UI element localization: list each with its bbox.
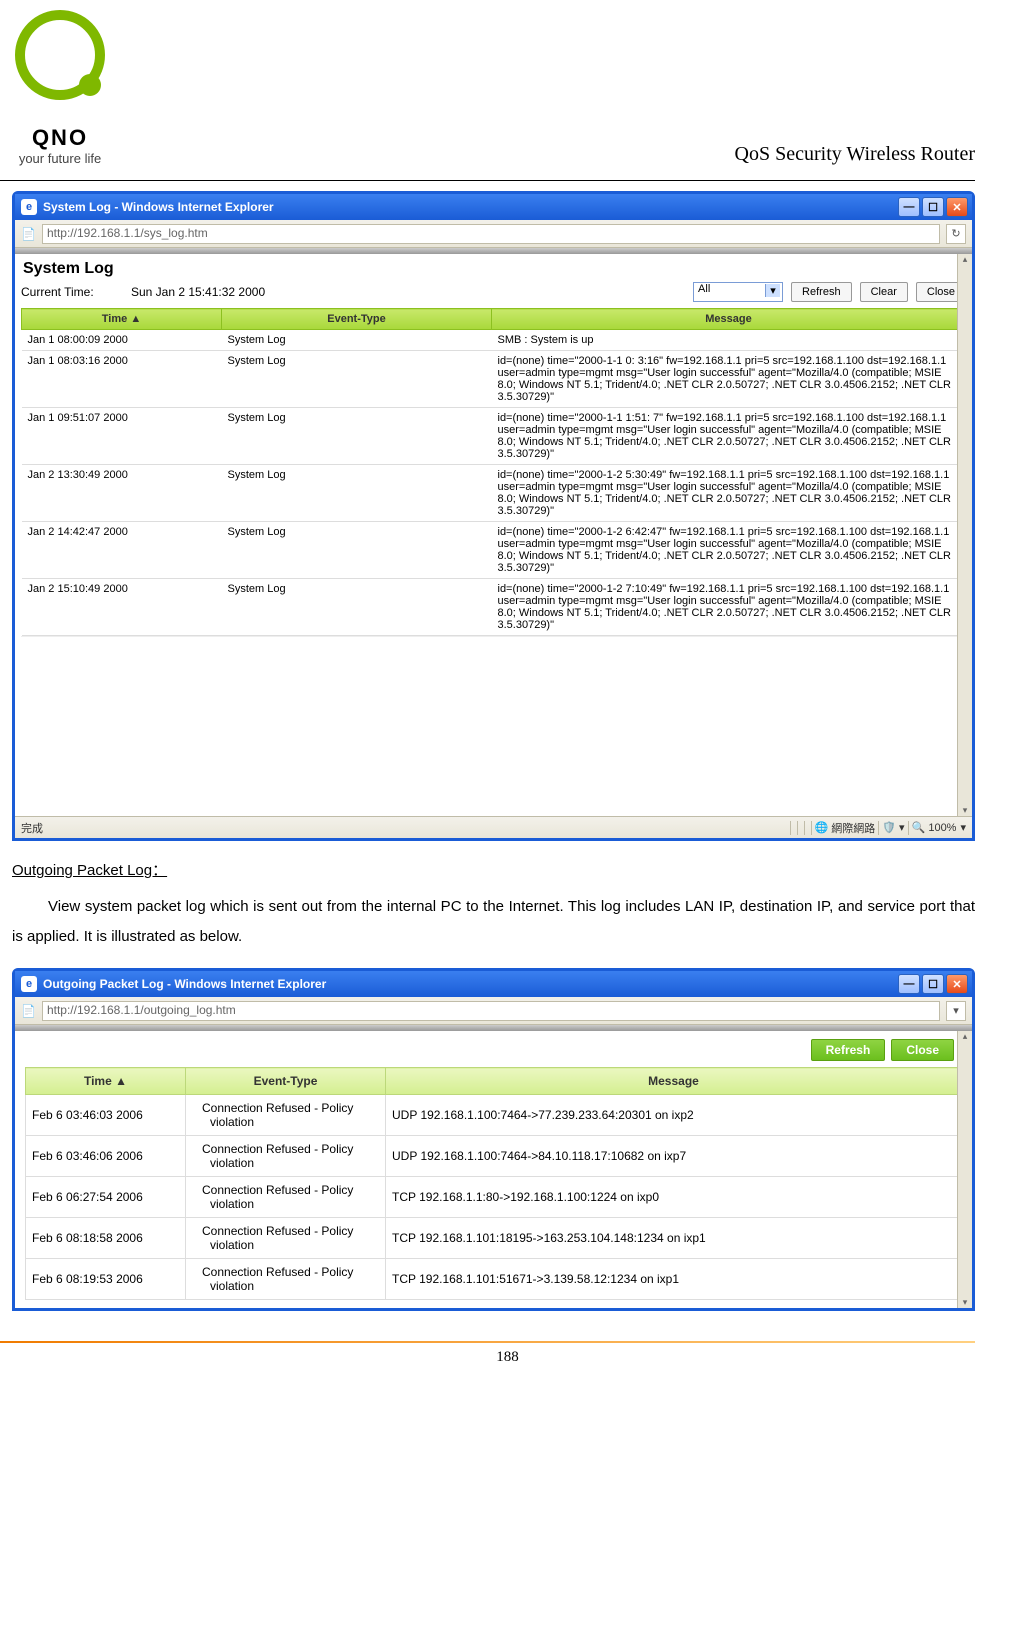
- table-row: Jan 2 13:30:49 2000System Logid=(none) t…: [22, 465, 966, 522]
- cell-time: Jan 1 08:03:16 2000: [22, 351, 222, 408]
- table-row: Feb 6 06:27:54 2006Connection Refused - …: [26, 1177, 962, 1218]
- cell-time: Jan 1 09:51:07 2000: [22, 408, 222, 465]
- status-zone: 網際網路: [831, 820, 875, 836]
- logo-tagline: your future life: [0, 151, 120, 166]
- cell-event-type: Connection Refused - Policy violation: [186, 1259, 386, 1300]
- table-row: Feb 6 03:46:03 2006Connection Refused - …: [26, 1095, 962, 1136]
- cell-message: UDP 192.168.1.100:7464->77.239.233.64:20…: [386, 1095, 962, 1136]
- cell-time: Feb 6 08:18:58 2006: [26, 1218, 186, 1259]
- col-time[interactable]: Time ▲: [26, 1068, 186, 1095]
- filter-select[interactable]: All: [693, 282, 783, 302]
- cell-message: id=(none) time="2000-1-1 1:51: 7" fw=192…: [492, 408, 966, 465]
- page-icon: 📄: [21, 227, 36, 241]
- table-row: Feb 6 03:46:06 2006Connection Refused - …: [26, 1136, 962, 1177]
- system-log-window: e System Log - Windows Internet Explorer…: [12, 191, 975, 841]
- section-heading: Outgoing Packet Log：: [12, 859, 975, 880]
- vertical-scrollbar[interactable]: [957, 254, 972, 816]
- table-row: Jan 1 08:03:16 2000System Logid=(none) t…: [22, 351, 966, 408]
- page-heading: System Log: [23, 260, 966, 278]
- table-row: Feb 6 08:18:58 2006Connection Refused - …: [26, 1218, 962, 1259]
- go-button[interactable]: ▾: [946, 1001, 966, 1021]
- current-time-value: Sun Jan 2 15:41:32 2000: [131, 285, 693, 299]
- doc-title: QoS Security Wireless Router: [735, 143, 975, 166]
- cell-time: Jan 2 13:30:49 2000: [22, 465, 222, 522]
- system-log-table: Time ▲ Event-Type Message Jan 1 08:00:09…: [21, 308, 966, 636]
- col-message[interactable]: Message: [492, 309, 966, 330]
- cell-event-type: Connection Refused - Policy violation: [186, 1218, 386, 1259]
- outgoing-log-table: Time ▲ Event-Type Message Feb 6 03:46:03…: [25, 1067, 962, 1300]
- address-bar[interactable]: http://192.168.1.1/outgoing_log.htm: [42, 1001, 940, 1021]
- outgoing-log-window: e Outgoing Packet Log - Windows Internet…: [12, 968, 975, 1311]
- cell-event-type: Connection Refused - Policy violation: [186, 1177, 386, 1218]
- cell-event-type: System Log: [222, 579, 492, 636]
- clear-button[interactable]: Clear: [860, 282, 908, 302]
- cell-message: SMB : System is up: [492, 330, 966, 351]
- cell-event-type: System Log: [222, 522, 492, 579]
- zoom-icon[interactable]: 🔍: [912, 821, 926, 834]
- cell-event-type: Connection Refused - Policy violation: [186, 1095, 386, 1136]
- maximize-button[interactable]: ☐: [922, 974, 944, 994]
- cell-time: Feb 6 06:27:54 2006: [26, 1177, 186, 1218]
- cell-message: id=(none) time="2000-1-2 5:30:49" fw=192…: [492, 465, 966, 522]
- footer-rule: [0, 1341, 975, 1343]
- cell-message: id=(none) time="2000-1-2 6:42:47" fw=192…: [492, 522, 966, 579]
- qno-logo: QNO your future life: [0, 10, 120, 166]
- current-time-label: Current Time:: [21, 285, 131, 299]
- table-row: Jan 2 14:42:47 2000System Logid=(none) t…: [22, 522, 966, 579]
- cell-time: Feb 6 03:46:06 2006: [26, 1136, 186, 1177]
- close-page-button[interactable]: Close: [891, 1039, 954, 1061]
- vertical-scrollbar[interactable]: [957, 1031, 972, 1308]
- close-button[interactable]: ✕: [946, 197, 968, 217]
- page-number: 188: [0, 1349, 1015, 1366]
- status-text: 完成: [21, 820, 43, 836]
- cell-time: Jan 1 08:00:09 2000: [22, 330, 222, 351]
- cell-message: TCP 192.168.1.1:80->192.168.1.100:1224 o…: [386, 1177, 962, 1218]
- col-event-type[interactable]: Event-Type: [222, 309, 492, 330]
- cell-message: UDP 192.168.1.100:7464->84.10.118.17:106…: [386, 1136, 962, 1177]
- refresh-button[interactable]: Refresh: [791, 282, 852, 302]
- cell-event-type: System Log: [222, 408, 492, 465]
- col-message[interactable]: Message: [386, 1068, 962, 1095]
- ie-icon: e: [21, 976, 37, 992]
- close-button[interactable]: ✕: [946, 974, 968, 994]
- cell-time: Feb 6 08:19:53 2006: [26, 1259, 186, 1300]
- go-button[interactable]: ↻: [946, 224, 966, 244]
- globe-icon: 🌐: [815, 821, 829, 834]
- refresh-button[interactable]: Refresh: [811, 1039, 886, 1061]
- cell-message: TCP 192.168.1.101:18195->163.253.104.148…: [386, 1218, 962, 1259]
- table-row: Feb 6 08:19:53 2006Connection Refused - …: [26, 1259, 962, 1300]
- cell-message: TCP 192.168.1.101:51671->3.139.58.12:123…: [386, 1259, 962, 1300]
- table-row: Jan 2 15:10:49 2000System Logid=(none) t…: [22, 579, 966, 636]
- col-time[interactable]: Time ▲: [22, 309, 222, 330]
- window-title: Outgoing Packet Log - Windows Internet E…: [43, 977, 898, 991]
- page-icon: 📄: [21, 1004, 36, 1018]
- cell-time: Jan 2 14:42:47 2000: [22, 522, 222, 579]
- address-bar[interactable]: http://192.168.1.1/sys_log.htm: [42, 224, 940, 244]
- cell-event-type: System Log: [222, 351, 492, 408]
- cell-message: id=(none) time="2000-1-2 7:10:49" fw=192…: [492, 579, 966, 636]
- ie-icon: e: [21, 199, 37, 215]
- section-body: View system packet log which is sent out…: [12, 892, 975, 952]
- minimize-button[interactable]: —: [898, 197, 920, 217]
- cell-time: Feb 6 03:46:03 2006: [26, 1095, 186, 1136]
- cell-time: Jan 2 15:10:49 2000: [22, 579, 222, 636]
- cell-event-type: Connection Refused - Policy violation: [186, 1136, 386, 1177]
- zoom-level[interactable]: 100%: [928, 821, 966, 834]
- col-event-type[interactable]: Event-Type: [186, 1068, 386, 1095]
- window-title: System Log - Windows Internet Explorer: [43, 200, 898, 214]
- protected-mode-icon[interactable]: 🛡️ ▾: [882, 821, 904, 834]
- cell-event-type: System Log: [222, 330, 492, 351]
- cell-event-type: System Log: [222, 465, 492, 522]
- cell-message: id=(none) time="2000-1-1 0: 3:16" fw=192…: [492, 351, 966, 408]
- maximize-button[interactable]: ☐: [922, 197, 944, 217]
- minimize-button[interactable]: —: [898, 974, 920, 994]
- table-row: Jan 1 09:51:07 2000System Logid=(none) t…: [22, 408, 966, 465]
- table-row: Jan 1 08:00:09 2000System LogSMB : Syste…: [22, 330, 966, 351]
